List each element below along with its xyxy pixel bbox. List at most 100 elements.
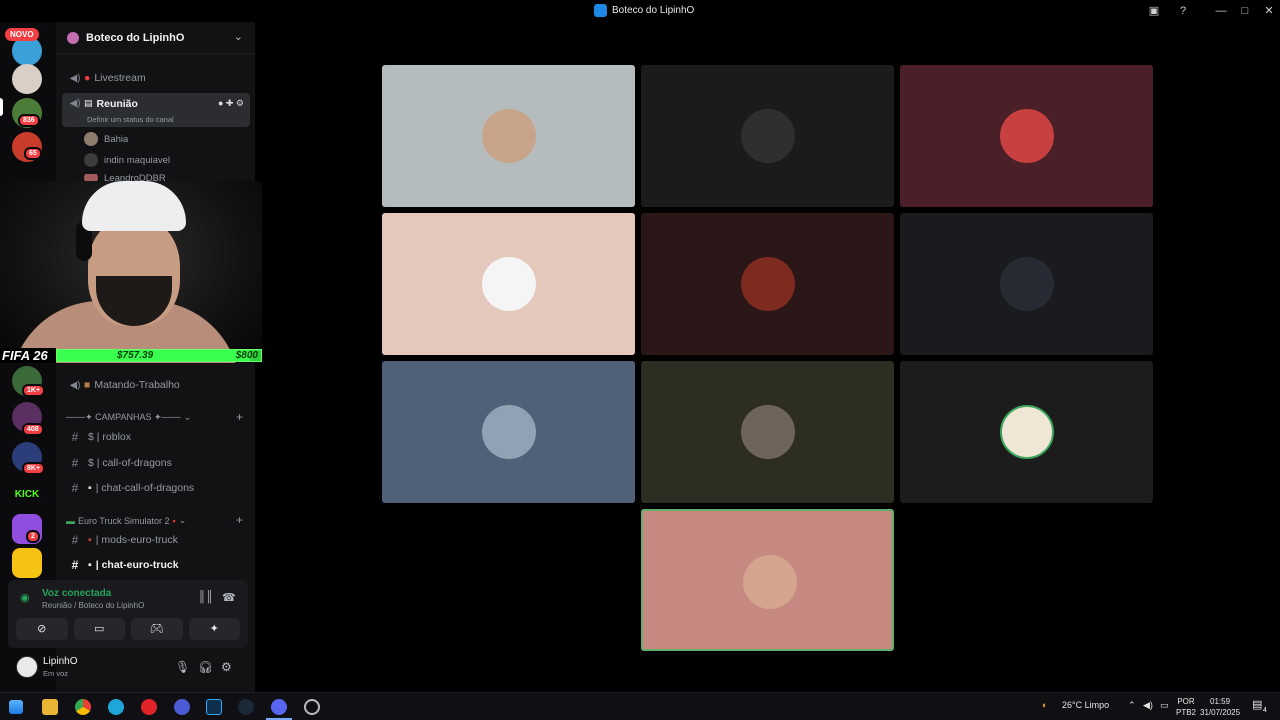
screen-share-button[interactable]: ▭ — [73, 618, 125, 640]
soundboard-button[interactable]: ✦ — [188, 618, 240, 640]
server-icon[interactable] — [12, 548, 42, 578]
notification-icon[interactable]: ▤ — [1252, 698, 1262, 711]
opera-icon[interactable] — [141, 699, 157, 715]
help-icon[interactable]: ? — [1174, 3, 1192, 19]
headphones-icon[interactable]: 🎧︎ — [198, 660, 213, 674]
vpn-icon[interactable] — [174, 699, 190, 715]
file-explorer-icon[interactable] — [42, 699, 58, 715]
participant-tile[interactable] — [900, 361, 1153, 503]
participant-tile[interactable] — [382, 361, 635, 503]
obs-icon[interactable] — [304, 699, 320, 715]
photoshop-icon[interactable] — [206, 699, 222, 715]
goal-target: $800 — [235, 350, 258, 361]
signal-icon[interactable]: ◉ — [20, 591, 30, 604]
unread-badge: 2 — [26, 530, 40, 543]
server-header[interactable]: Boteco do LipinhO ⌄ — [56, 22, 255, 54]
camera-off-button[interactable]: ⊘ — [16, 618, 68, 640]
activity-button[interactable]: 🎮︎ — [131, 618, 183, 640]
unread-badge: 408 — [22, 423, 44, 436]
chrome-icon[interactable] — [75, 699, 91, 715]
unread-badge: 836 — [18, 114, 40, 127]
channel-label: | mods-euro-truck — [95, 534, 178, 546]
server-pill — [0, 98, 3, 116]
unread-badge: 65 — [24, 147, 42, 160]
language-indicator[interactable]: POR PTB2 — [1176, 696, 1196, 718]
add-channel-icon[interactable]: + — [236, 410, 243, 424]
hash-icon: # — [71, 533, 79, 547]
channel-label: Reunião — [96, 98, 138, 110]
participant-avatar — [741, 257, 795, 311]
kick-server-icon[interactable]: KICK — [12, 480, 42, 510]
participant-tile[interactable] — [641, 213, 894, 355]
windows-taskbar: ◐ 26°C Limpo ⌃ ◀) ▭ POR PTB2 01:59 31/07… — [0, 692, 1280, 720]
truck-icon: ▬ — [66, 515, 75, 526]
inbox-icon[interactable]: ▣ — [1145, 3, 1163, 19]
weather-text[interactable]: 26°C Limpo — [1062, 700, 1109, 710]
add-channel-icon[interactable]: + — [236, 513, 243, 527]
participant-tile[interactable] — [641, 65, 894, 207]
participant-tile[interactable] — [641, 361, 894, 503]
window-title: Boteco do LipinhO — [594, 4, 694, 17]
participant-tile[interactable] — [382, 65, 635, 207]
hash-icon: # — [71, 456, 79, 470]
participant-tile[interactable] — [900, 213, 1153, 355]
disconnect-icon[interactable]: ☎ — [222, 591, 236, 604]
text-channel-roblox[interactable]: # $ | roblox — [62, 426, 250, 448]
text-channel-chat-euro-truck[interactable]: # ▪ | chat-euro-truck — [62, 554, 250, 576]
category-campanhas[interactable]: ───✦ CAMPANHAS ✦─── ⌄ — [66, 412, 191, 423]
participant-tile[interactable] — [641, 509, 894, 651]
text-channel-call-of-dragons[interactable]: # $ | call-of-dragons — [62, 452, 250, 474]
red-circle-icon: ● — [84, 72, 91, 84]
streamer-cap — [82, 181, 186, 231]
category-euro-truck[interactable]: ▬ Euro Truck Simulator 2 ▪ ⌄ — [66, 515, 186, 526]
webcam-overlay — [0, 181, 262, 363]
soundboard-wave-icon[interactable]: ║║ — [198, 591, 214, 603]
network-icon[interactable]: ▭ — [1160, 700, 1169, 711]
voice-location[interactable]: Reunião / Boteco do LipinhO — [42, 601, 144, 610]
participant-tile[interactable] — [900, 65, 1153, 207]
hash-icon: # — [71, 430, 79, 444]
discord-window: Boteco do LipinhO ▣ ? — □ ✕ NOVO 836 65 … — [0, 0, 1280, 692]
maximize-icon[interactable]: □ — [1236, 3, 1254, 19]
text-channel-chat-call-of-dragons[interactable]: # ▪ | chat-call-of-dragons — [62, 477, 250, 499]
participant-avatar — [482, 405, 536, 459]
channel-label: $ | call-of-dragons — [88, 457, 172, 469]
edge-icon[interactable] — [108, 699, 124, 715]
unread-badge: 8K+ — [22, 462, 46, 475]
voice-channel-matando[interactable]: ◀) ■ Matando-Trabalho — [62, 374, 250, 396]
windows-start-icon[interactable] — [9, 700, 23, 714]
title-bar: Boteco do LipinhO ▣ ? — □ ✕ — [0, 0, 1280, 22]
chevron-up-icon[interactable]: ⌃ — [1128, 700, 1136, 711]
category-label: ───✦ CAMPANHAS ✦─── — [66, 412, 181, 422]
steam-icon[interactable] — [238, 699, 254, 715]
voice-channel-livestream[interactable]: ◀) ● Livestream — [62, 67, 250, 89]
channel-label: $ | roblox — [88, 431, 131, 443]
close-icon[interactable]: ✕ — [1260, 3, 1278, 19]
speech-bubble-icon: ▪ — [88, 482, 92, 494]
chevron-down-icon: ⌄ — [183, 412, 192, 422]
chat-icon[interactable]: ● ✚ ⚙ — [218, 98, 244, 109]
user-name[interactable]: LipinhO — [43, 656, 77, 667]
server-icon[interactable] — [12, 64, 42, 94]
speaker-icon: ◀) — [69, 379, 81, 391]
participant-avatar — [741, 109, 795, 163]
volume-icon[interactable]: ◀) — [1143, 700, 1153, 711]
weather-icon[interactable]: ◐ — [1042, 700, 1047, 710]
category-label: Euro Truck Simulator 2 — [78, 515, 170, 526]
channel-status[interactable]: Definir um status do canal — [87, 115, 174, 124]
app-logo-icon — [594, 4, 607, 17]
lang-secondary: PTB2 — [1176, 708, 1197, 717]
chevron-down-icon[interactable]: ⌄ — [234, 30, 243, 43]
clock[interactable]: 01:59 31/07/2025 — [1200, 696, 1240, 718]
participant-tile[interactable] — [382, 213, 635, 355]
text-channel-mods-euro-truck[interactable]: # ▪ | mods-euro-truck — [62, 529, 250, 551]
settings-gear-icon[interactable]: ⚙ — [221, 660, 232, 674]
participant-avatar — [1000, 109, 1054, 163]
avatar[interactable] — [16, 656, 38, 678]
discord-icon[interactable] — [271, 699, 287, 715]
microphone-icon[interactable]: 🎙︎ — [175, 660, 190, 674]
minimize-icon[interactable]: — — [1212, 3, 1230, 19]
wrench-icon: ▪ — [88, 534, 92, 546]
voice-member[interactable]: indin maquiavel — [84, 153, 170, 167]
voice-member[interactable]: Bahia — [84, 132, 128, 146]
